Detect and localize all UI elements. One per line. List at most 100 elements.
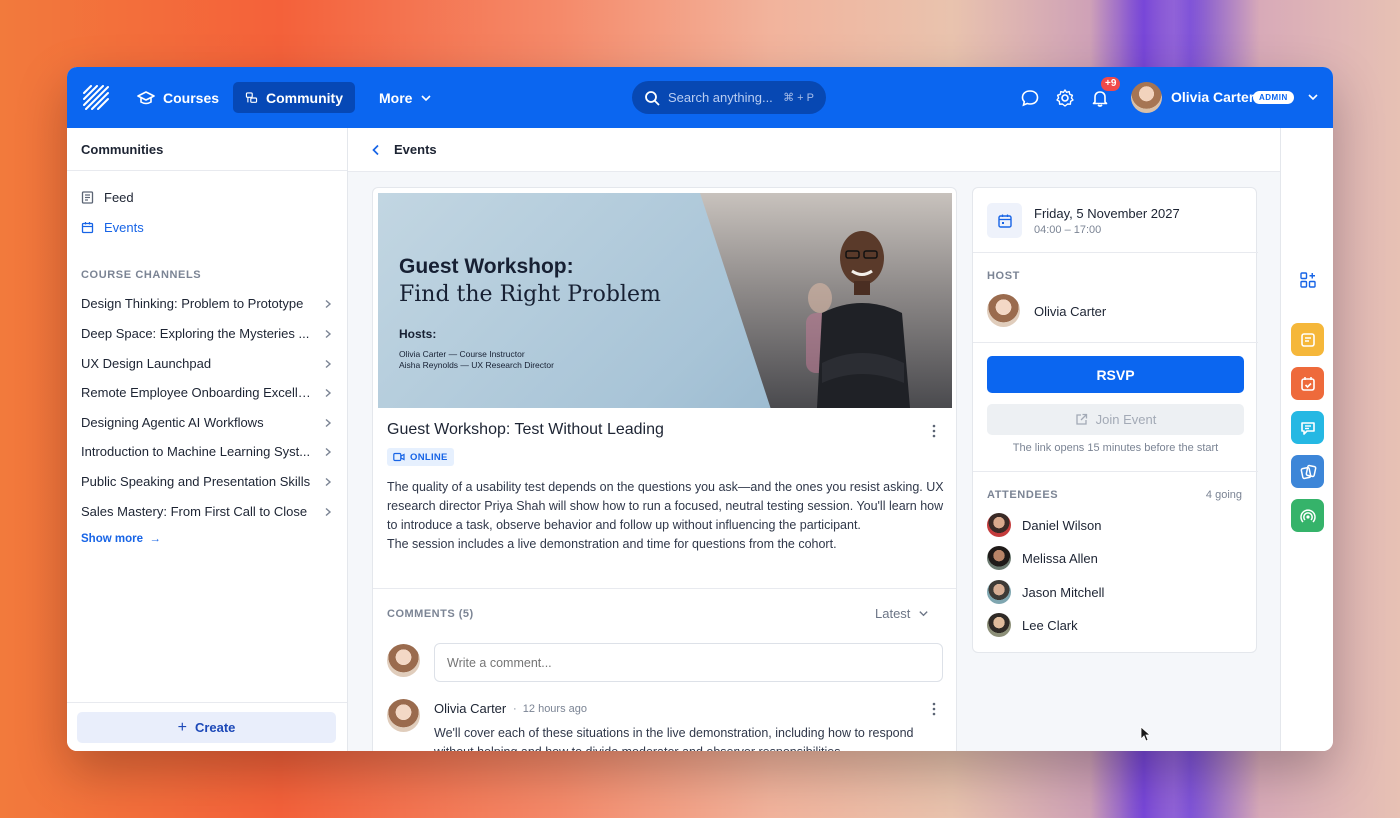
show-more-link[interactable]: Show more → — [81, 533, 161, 545]
channel-item[interactable]: Introduction to Machine Learning Syst... — [81, 444, 333, 459]
channel-item[interactable]: Sales Mastery: From First Call to Close — [81, 504, 333, 519]
page-header: Events — [348, 128, 1280, 172]
banner-title: Guest Workshop: — [399, 255, 574, 278]
admin-badge: ADMIN — [1253, 91, 1294, 104]
more-vertical-icon[interactable] — [928, 702, 940, 716]
host-name[interactable]: Olivia Carter — [1034, 304, 1106, 319]
top-navigation-bar: Courses Community More Search anything..… — [67, 67, 1333, 128]
sidebar-item-label: Events — [104, 220, 144, 235]
chat-app-icon[interactable] — [1291, 411, 1324, 444]
avatar — [387, 644, 420, 677]
join-note: The link opens 15 minutes before the sta… — [1012, 442, 1219, 454]
search-shortcut: ⌘ + P — [783, 92, 814, 104]
gear-icon[interactable] — [1055, 88, 1075, 108]
channel-item[interactable]: Public Speaking and Presentation Skills — [81, 474, 333, 489]
cards-app-icon[interactable] — [1291, 455, 1324, 488]
sidebar-item-events[interactable]: Events — [81, 220, 144, 235]
chevron-left-icon[interactable] — [370, 144, 382, 156]
broadcast-app-icon[interactable] — [1291, 499, 1324, 532]
widgets-icon[interactable] — [1291, 263, 1324, 296]
description-paragraph: The session includes a live demonstratio… — [387, 537, 837, 551]
channel-item[interactable]: Designing Agentic AI Workflows — [81, 415, 333, 430]
more-vertical-icon[interactable] — [928, 424, 940, 438]
chevron-down-icon[interactable] — [1307, 91, 1319, 103]
banner-host: Olivia Carter — Course Instructor — [399, 349, 525, 359]
online-label: ONLINE — [410, 451, 448, 463]
chat-bubble-icon[interactable] — [1020, 88, 1040, 108]
going-count: 4 going — [1205, 489, 1242, 501]
event-banner: Guest Workshop: Find the Right Problem H… — [378, 193, 952, 408]
avatar — [987, 513, 1011, 537]
chevron-right-icon — [325, 388, 332, 397]
channel-label: Public Speaking and Presentation Skills — [81, 474, 311, 489]
search-bar[interactable]: Search anything... ⌘ + P — [632, 81, 826, 114]
channel-item[interactable]: Design Thinking: Problem to Prototype — [81, 296, 333, 311]
sidebar-title: Communities — [67, 128, 347, 171]
user-name[interactable]: Olivia Carter — [1171, 89, 1254, 105]
create-button[interactable]: + Create — [77, 712, 336, 743]
banner-hosts-label: Hosts: — [399, 327, 437, 341]
nav-community[interactable]: Community — [233, 82, 355, 113]
channel-label: Deep Space: Exploring the Mysteries ... — [81, 326, 310, 341]
channel-label: Sales Mastery: From First Call to Close — [81, 504, 308, 519]
join-event-label: Join Event — [1095, 412, 1157, 427]
avatar — [987, 546, 1011, 570]
user-avatar[interactable] — [1131, 82, 1162, 113]
comment-author[interactable]: Olivia Carter — [434, 701, 506, 716]
attendee-item[interactable]: Melissa Allen — [987, 546, 1098, 570]
channel-item[interactable]: UX Design Launchpad — [81, 356, 333, 371]
rsvp-button[interactable]: RSVP — [987, 356, 1244, 393]
attendee-item[interactable]: Jason Mitchell — [987, 580, 1104, 604]
chevron-right-icon — [325, 477, 332, 486]
avatar — [987, 580, 1011, 604]
sort-label: Latest — [875, 606, 911, 621]
search-icon — [645, 90, 660, 106]
chevron-right-icon — [325, 447, 332, 456]
chevron-right-icon — [325, 299, 332, 308]
notes-app-icon[interactable] — [1291, 323, 1324, 356]
community-icon — [245, 91, 258, 103]
join-event-button[interactable]: Join Event — [987, 404, 1244, 435]
comment-input[interactable] — [434, 643, 943, 682]
chevron-down-icon — [919, 611, 929, 617]
calendar-icon — [997, 214, 1012, 228]
avatar[interactable] — [387, 699, 420, 732]
divider — [973, 342, 1258, 343]
banner-subtitle: Find the Right Problem — [399, 282, 661, 307]
divider — [973, 252, 1258, 253]
event-card: Guest Workshop: Find the Right Problem H… — [372, 187, 957, 751]
channel-item[interactable]: Remote Employee Onboarding Excelle... — [81, 385, 333, 400]
apps-rail — [1280, 128, 1333, 751]
channel-label: UX Design Launchpad — [81, 356, 212, 371]
feed-icon — [81, 191, 94, 204]
attendee-name: Daniel Wilson — [1022, 517, 1102, 533]
channel-label: Designing Agentic AI Workflows — [81, 415, 264, 430]
description-paragraph: The quality of a usability test depends … — [387, 480, 944, 532]
host-photo-illustration — [806, 231, 910, 408]
external-link-icon — [1075, 413, 1087, 425]
event-details-card: Friday, 5 November 2027 04:00 – 17:00 HO… — [972, 187, 1258, 653]
attendee-item[interactable]: Lee Clark — [987, 613, 1078, 637]
nav-community-label: Community — [266, 89, 343, 106]
mouse-cursor-icon — [1140, 726, 1150, 742]
event-description: The quality of a usability test depends … — [387, 478, 947, 554]
nav-courses[interactable]: Courses — [125, 82, 231, 113]
divider — [373, 588, 956, 589]
nav-more-dropdown[interactable]: More — [367, 82, 444, 113]
calendar-app-icon[interactable] — [1291, 367, 1324, 400]
sort-dropdown[interactable]: Latest — [875, 606, 929, 621]
avatar — [987, 613, 1011, 637]
bell-icon[interactable] — [1090, 88, 1110, 108]
attendee-item[interactable]: Daniel Wilson — [987, 513, 1101, 537]
chevron-down-icon — [421, 94, 432, 101]
attendees-label: ATTENDEES — [987, 489, 1059, 501]
logo-icon[interactable] — [83, 85, 109, 111]
attendee-name: Jason Mitchell — [1022, 584, 1105, 600]
chevron-right-icon — [325, 329, 332, 338]
channel-item[interactable]: Deep Space: Exploring the Mysteries ... — [81, 326, 333, 341]
host-label: HOST — [987, 270, 1020, 282]
host-avatar[interactable] — [987, 294, 1020, 327]
page-title: Events — [394, 142, 437, 157]
nav-courses-label: Courses — [163, 89, 220, 106]
sidebar-item-feed[interactable]: Feed — [81, 190, 134, 205]
